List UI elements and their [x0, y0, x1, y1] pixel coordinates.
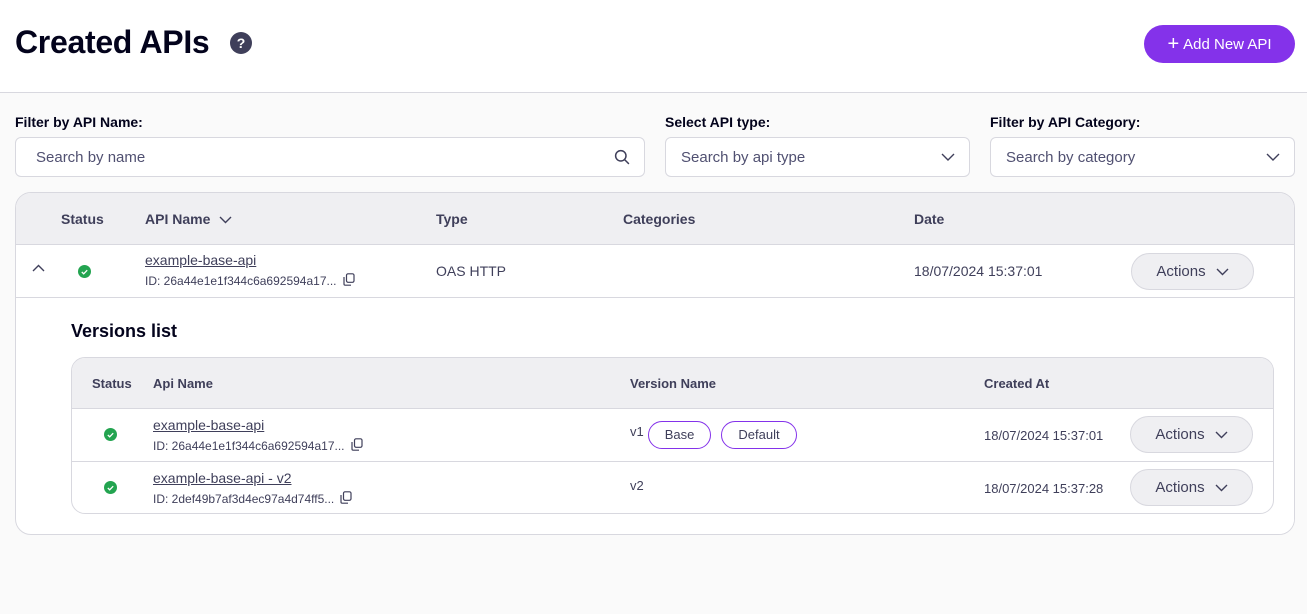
- add-new-api-label: Add New API: [1183, 35, 1272, 53]
- versions-table: Status Api Name Version Name Created At …: [71, 357, 1274, 514]
- chevron-down-icon: [1266, 153, 1280, 161]
- chevron-down-icon: [941, 153, 955, 161]
- version-api-name-link[interactable]: example-base-api - v2: [153, 470, 292, 486]
- apis-table: Status API Name Type Categories Date exa…: [15, 192, 1295, 535]
- actions-button[interactable]: Actions: [1130, 416, 1253, 453]
- page-title: Created APIs: [15, 24, 210, 60]
- search-icon[interactable]: [614, 149, 630, 165]
- chevron-up-icon[interactable]: [32, 259, 45, 277]
- chevron-down-icon: [1215, 479, 1228, 496]
- actions-label: Actions: [1156, 263, 1206, 280]
- version-api-id-text: ID: 2def49b7af3d4ec97a4d74ff5...: [153, 492, 335, 506]
- column-categories: Categories: [623, 211, 696, 227]
- chevron-down-icon: [1216, 263, 1229, 280]
- column-api-name: Api Name: [153, 376, 213, 391]
- copy-icon[interactable]: [350, 438, 363, 454]
- api-name-link[interactable]: example-base-api: [145, 252, 256, 268]
- api-category-placeholder: Search by category: [1006, 148, 1136, 166]
- api-id: ID: 26a44e1e1f344c6a692594a17...: [145, 273, 355, 289]
- api-type: OAS HTTP: [436, 263, 507, 279]
- api-type-placeholder: Search by api type: [681, 148, 806, 166]
- column-status: Status: [92, 376, 132, 391]
- actions-label: Actions: [1155, 479, 1205, 496]
- versions-table-header: Status Api Name Version Name Created At: [72, 358, 1273, 409]
- chevron-down-icon[interactable]: [219, 211, 232, 227]
- actions-label: Actions: [1155, 426, 1205, 443]
- version-row: example-base-api - v2 ID: 2def49b7af3d4e…: [72, 462, 1273, 513]
- api-id-text: ID: 26a44e1e1f344c6a692594a17...: [145, 274, 337, 288]
- version-name: v1 Base Default: [630, 421, 797, 449]
- chevron-down-icon: [1215, 426, 1228, 443]
- table-header: Status API Name Type Categories Date: [16, 193, 1294, 245]
- column-type: Type: [436, 211, 468, 227]
- version-api-id: ID: 2def49b7af3d4ec97a4d74ff5...: [153, 491, 352, 507]
- tag-base: Base: [647, 421, 712, 449]
- api-type-select[interactable]: Search by api type: [665, 137, 970, 177]
- api-date: 18/07/2024 15:37:01: [914, 263, 1043, 279]
- plus-icon: +: [1167, 33, 1180, 55]
- status-active-icon: [104, 481, 117, 494]
- filter-name-label: Filter by API Name:: [15, 114, 143, 130]
- version-name: v2: [630, 478, 644, 493]
- versions-title: Versions list: [71, 321, 178, 341]
- filter-type-label: Select API type:: [665, 114, 771, 130]
- version-api-id-text: ID: 26a44e1e1f344c6a692594a17...: [153, 439, 345, 453]
- question-circle-icon[interactable]: ?: [230, 32, 252, 54]
- column-version-name: Version Name: [630, 376, 716, 391]
- page-header: Created APIs ? + Add New API: [0, 0, 1307, 93]
- actions-button[interactable]: Actions: [1131, 253, 1254, 290]
- copy-icon[interactable]: [340, 491, 352, 507]
- version-name-text: v1: [630, 423, 644, 439]
- search-by-name-input[interactable]: Search by name: [15, 137, 645, 177]
- status-active-icon: [78, 265, 91, 278]
- version-row: example-base-api ID: 26a44e1e1f344c6a692…: [72, 409, 1273, 462]
- api-category-select[interactable]: Search by category: [990, 137, 1295, 177]
- tag-default: Default: [721, 421, 797, 449]
- column-api-name-label: API Name: [145, 211, 211, 227]
- status-active-icon: [104, 428, 117, 441]
- column-created-at: Created At: [984, 376, 1050, 391]
- version-name-text: v2: [630, 478, 644, 493]
- column-date: Date: [914, 211, 945, 227]
- version-created-at: 18/07/2024 15:37:01: [984, 428, 1104, 443]
- column-api-name[interactable]: API Name: [145, 211, 232, 227]
- table-row: example-base-api ID: 26a44e1e1f344c6a692…: [16, 245, 1294, 298]
- version-created-at: 18/07/2024 15:37:28: [984, 481, 1104, 496]
- search-by-name-placeholder: Search by name: [36, 148, 146, 166]
- filter-category-label: Filter by API Category:: [990, 114, 1141, 130]
- versions-panel: Versions list Status Api Name Version Na…: [51, 298, 1294, 534]
- version-api-name-link[interactable]: example-base-api: [153, 417, 264, 433]
- version-api-id: ID: 26a44e1e1f344c6a692594a17...: [153, 438, 363, 454]
- column-status: Status: [61, 211, 104, 227]
- add-new-api-button[interactable]: + Add New API: [1144, 25, 1295, 63]
- copy-icon[interactable]: [342, 273, 355, 289]
- actions-button[interactable]: Actions: [1130, 469, 1253, 506]
